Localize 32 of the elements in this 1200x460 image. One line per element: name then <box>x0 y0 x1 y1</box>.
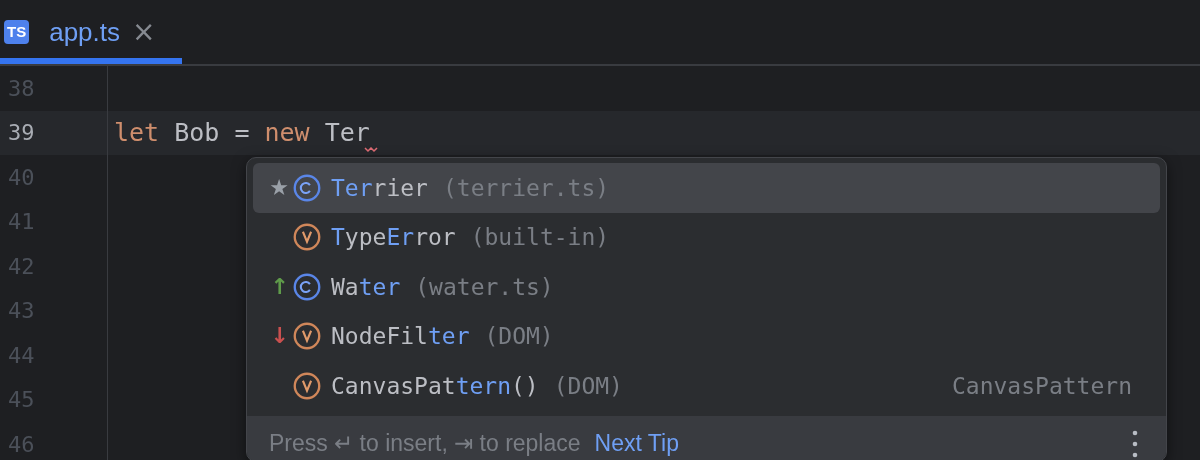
close-button[interactable]: × <box>132 18 156 46</box>
variable-icon <box>293 223 321 252</box>
completion-detail: (built-in) <box>470 224 610 251</box>
type-hint: CanvasPattern <box>952 372 1132 399</box>
completion-name: CanvasPattern() <box>331 372 539 399</box>
file-tab[interactable]: TS app.ts × <box>0 0 182 64</box>
rank-marker: ↓ <box>270 325 289 348</box>
typescript-file-icon: TS <box>4 20 30 44</box>
more-options-icon[interactable] <box>1132 429 1138 458</box>
class-icon <box>293 173 321 202</box>
variable-icon <box>293 371 321 400</box>
rank-marker: ↑ <box>270 275 289 298</box>
code-line: let Bob = new Ter <box>114 118 370 148</box>
line-number: 39 <box>0 110 108 155</box>
completion-item[interactable]: TypeE rror (built-in) <box>253 212 1160 262</box>
completion-detail: (water.ts) <box>415 273 554 300</box>
completion-name: TypeE rror <box>331 224 456 251</box>
completion-name: Terrier <box>331 174 428 201</box>
footer-hint: Press ↵ to insert, ⇥ to replace <box>269 429 581 457</box>
class-icon <box>293 272 321 301</box>
completion-detail: (DOM) <box>553 372 623 399</box>
completion-item[interactable]: CanvasPattern() (DOM) CanvasPattern <box>253 361 1160 411</box>
completion-item[interactable]: ★ Terrier (terrier.ts) <box>253 163 1160 213</box>
next-tip-link[interactable]: Next Tip <box>594 429 679 457</box>
rank-marker: ★ <box>269 176 289 199</box>
completion-name: Water <box>331 273 401 300</box>
completion-item[interactable]: ↓ NodeFilter (DOM) <box>253 311 1160 361</box>
completion-item[interactable]: ↑ Water (water.ts) <box>253 262 1160 312</box>
completion-detail: (terrier.ts) <box>442 174 610 201</box>
variable-icon <box>293 322 321 351</box>
completion-detail: (DOM) <box>484 323 554 350</box>
completion-name: NodeFilter <box>331 323 470 350</box>
